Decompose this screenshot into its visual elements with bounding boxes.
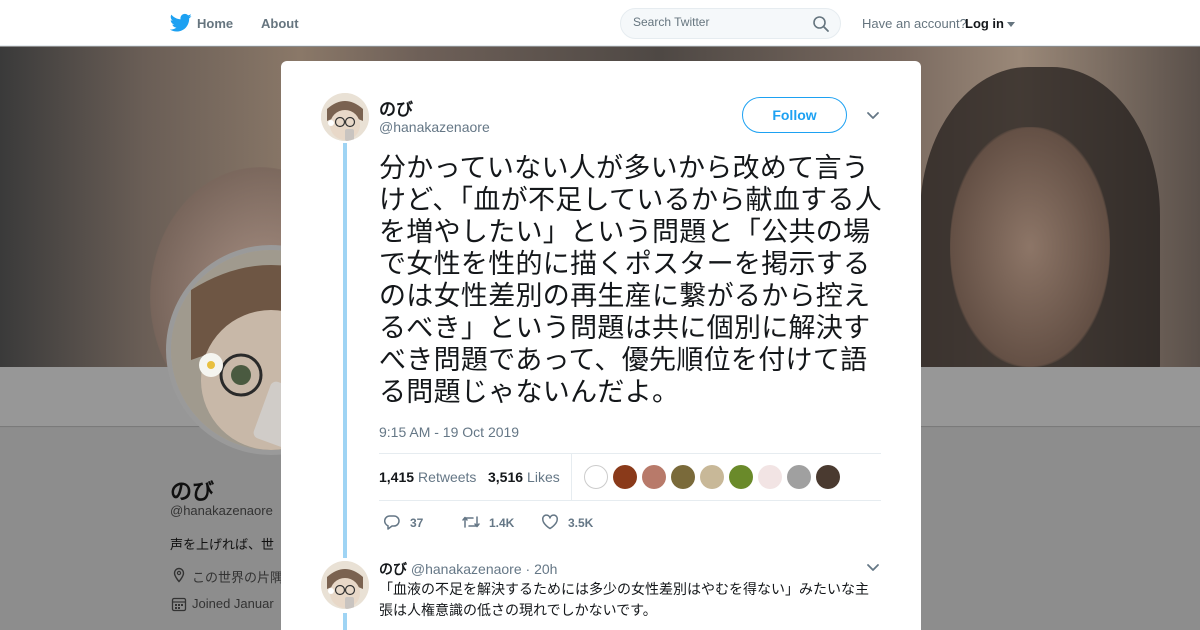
search-input[interactable]	[633, 15, 803, 29]
retweets-stat[interactable]: 1,415 Retweets	[379, 469, 476, 485]
tweet-author-name[interactable]: のび	[379, 95, 413, 120]
top-navigation-bar: Home About Have an account? Log in	[0, 0, 1200, 46]
twitter-bird-icon[interactable]	[170, 13, 192, 33]
reply-button[interactable]: 37	[383, 513, 433, 533]
tweet-modal: のび @hanakazenaore Follow 分かっていない人が多いから改め…	[281, 61, 921, 630]
nav-about-link[interactable]: About	[261, 16, 299, 31]
chevron-down-icon[interactable]	[866, 111, 880, 121]
chevron-down-icon[interactable]	[866, 563, 880, 573]
liker-avatar[interactable]	[613, 465, 637, 489]
avatar[interactable]	[321, 93, 369, 141]
likes-count: 3,516	[488, 469, 524, 485]
location-icon	[173, 567, 185, 583]
thread-line	[343, 613, 347, 630]
retweets-label: Retweets	[418, 469, 477, 485]
reply-header: のび @hanakazenaore · 20h	[379, 559, 557, 579]
tweet-text: 分かっていない人が多いから改めて言うけど、「血が不足しているから献血する人を増や…	[379, 153, 883, 408]
tweet-timestamp[interactable]: 9:15 AM - 19 Oct 2019	[379, 424, 519, 440]
profile-location: この世界の片隅	[192, 570, 284, 585]
reply-icon	[383, 515, 400, 530]
reply-author-handle[interactable]: @hanakazenaore	[411, 561, 522, 577]
nav-home-link[interactable]: Home	[197, 16, 233, 31]
likes-stat[interactable]: 3,516 Likes	[488, 469, 560, 485]
like-count: 3.5K	[568, 516, 594, 530]
follow-button[interactable]: Follow	[742, 97, 847, 133]
profile-joined-date: Joined Januar	[192, 596, 274, 611]
reply-text: 「血液の不足を解決するためには多少の女性差別はやむを得ない」みたいな主張は人権意…	[379, 581, 869, 618]
heart-icon	[542, 514, 558, 530]
calendar-icon	[171, 597, 187, 612]
liker-avatar[interactable]	[816, 465, 840, 489]
liker-avatar[interactable]	[787, 465, 811, 489]
reply-time[interactable]: 20h	[534, 561, 557, 577]
search-box	[620, 8, 841, 39]
retweet-icon	[462, 516, 480, 528]
search-icon[interactable]	[812, 15, 830, 33]
banner-photo-shape	[950, 127, 1110, 367]
liker-avatar[interactable]	[671, 465, 695, 489]
reply-author-name[interactable]: のび	[379, 561, 407, 577]
chevron-down-icon[interactable]	[1007, 22, 1015, 27]
divider	[571, 454, 572, 500]
reply-count: 37	[410, 516, 424, 530]
retweet-count: 1.4K	[489, 516, 515, 530]
avatar[interactable]	[321, 561, 369, 609]
profile-bio: 声を上げれば、世	[170, 537, 275, 552]
profile-name: のび	[170, 479, 215, 504]
tweet-stats: 1,415 Retweets 3,516 Likes	[379, 453, 881, 501]
liker-avatar[interactable]	[584, 465, 608, 489]
like-button[interactable]: 3.5K	[541, 513, 601, 533]
retweets-count: 1,415	[379, 469, 415, 485]
retweet-button[interactable]: 1.4K	[461, 513, 521, 533]
profile-handle: @hanakazenaore	[170, 503, 273, 518]
liker-avatar[interactable]	[700, 465, 724, 489]
tweet-author-handle[interactable]: @hanakazenaore	[379, 119, 490, 135]
thread-line	[343, 143, 347, 558]
liker-avatar[interactable]	[758, 465, 782, 489]
likes-label: Likes	[527, 469, 560, 485]
liker-avatar[interactable]	[729, 465, 753, 489]
liker-avatar[interactable]	[642, 465, 666, 489]
tweet-actions: 37 1.4K 3.5K	[379, 513, 879, 533]
login-link[interactable]: Log in	[965, 16, 1004, 31]
reply-separator: ·	[525, 561, 531, 577]
close-icon[interactable]	[1154, 12, 1178, 36]
account-prompt: Have an account?	[862, 16, 967, 31]
